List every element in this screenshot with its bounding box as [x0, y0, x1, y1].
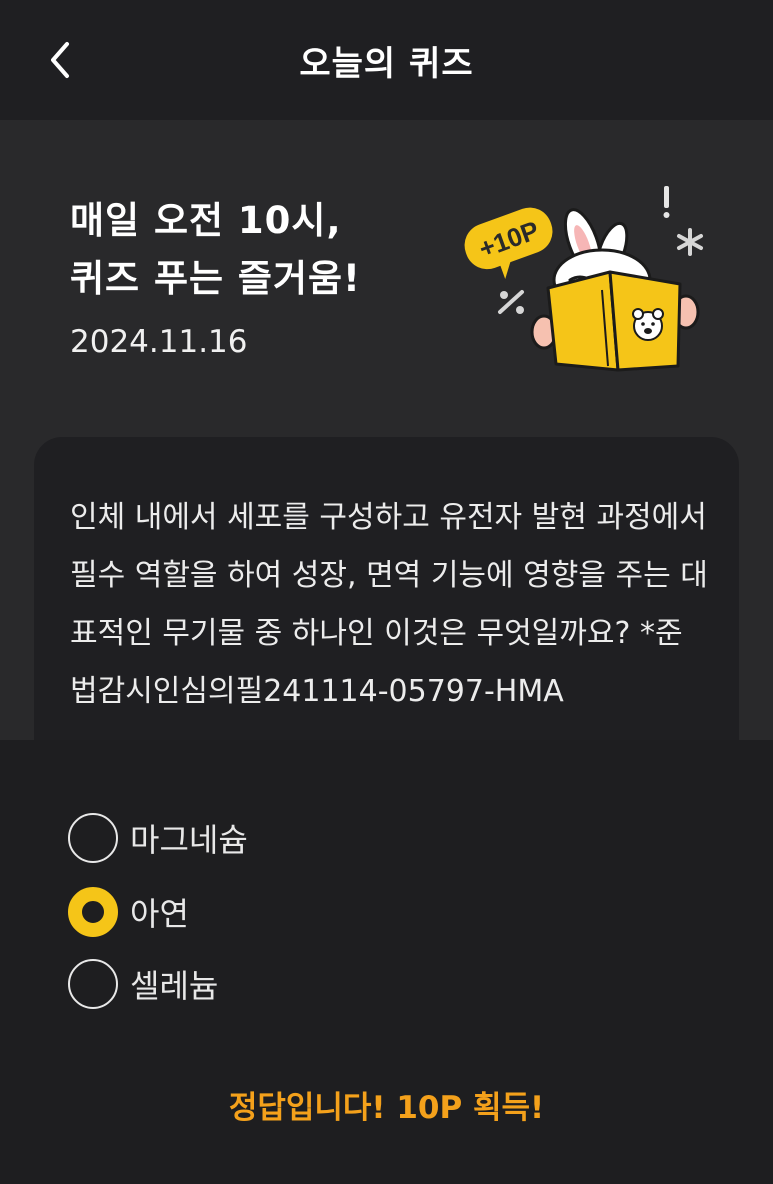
reading-rabbit-illustration: +10P	[464, 186, 703, 372]
option-selenium[interactable]: 셀레늄	[68, 958, 218, 1010]
page-title: 오늘의 퀴즈	[299, 44, 474, 84]
option-label: 아연	[130, 895, 189, 933]
question-card: 인체 내에서 세포를 구성하고 유전자 발현 과정에서 필수 역할을 하여 성장…	[34, 437, 739, 767]
radio-unselected-icon[interactable]	[68, 813, 118, 863]
radio-selected-icon[interactable]	[68, 887, 118, 937]
option-zinc[interactable]: 아연	[68, 886, 189, 938]
quiz-date: 2024.11.16	[70, 324, 248, 360]
app-header: 오늘의 퀴즈	[0, 0, 773, 120]
hero-section: 매일 오전 10시, 퀴즈 푸는 즐거움! 2024.11.16 +10P 인체…	[0, 120, 773, 767]
points-badge-icon: +10P	[464, 207, 553, 279]
radio-unselected-icon[interactable]	[68, 959, 118, 1009]
headline-line-1: 매일 오전 10시,	[70, 199, 342, 242]
result-message: 정답입니다! 10P 획득!	[228, 1090, 545, 1126]
headline-line-2: 퀴즈 푸는 즐거움!	[70, 257, 361, 300]
hero-headline: 매일 오전 10시, 퀴즈 푸는 즐거움!	[70, 192, 361, 308]
answer-section: 마그네슘 아연 셀레늄 정답입니다! 10P 획득!	[0, 740, 773, 1184]
option-label: 마그네슘	[130, 821, 248, 859]
option-label: 셀레늄	[130, 967, 219, 1005]
quiz-screen: 오늘의 퀴즈 매일 오전 10시, 퀴즈 푸는 즐거움! 2024.11.16 …	[0, 0, 773, 1184]
question-text: 인체 내에서 세포를 구성하고 유전자 발현 과정에서 필수 역할을 하여 성장…	[70, 500, 708, 709]
option-magnesium[interactable]: 마그네슘	[68, 812, 248, 864]
